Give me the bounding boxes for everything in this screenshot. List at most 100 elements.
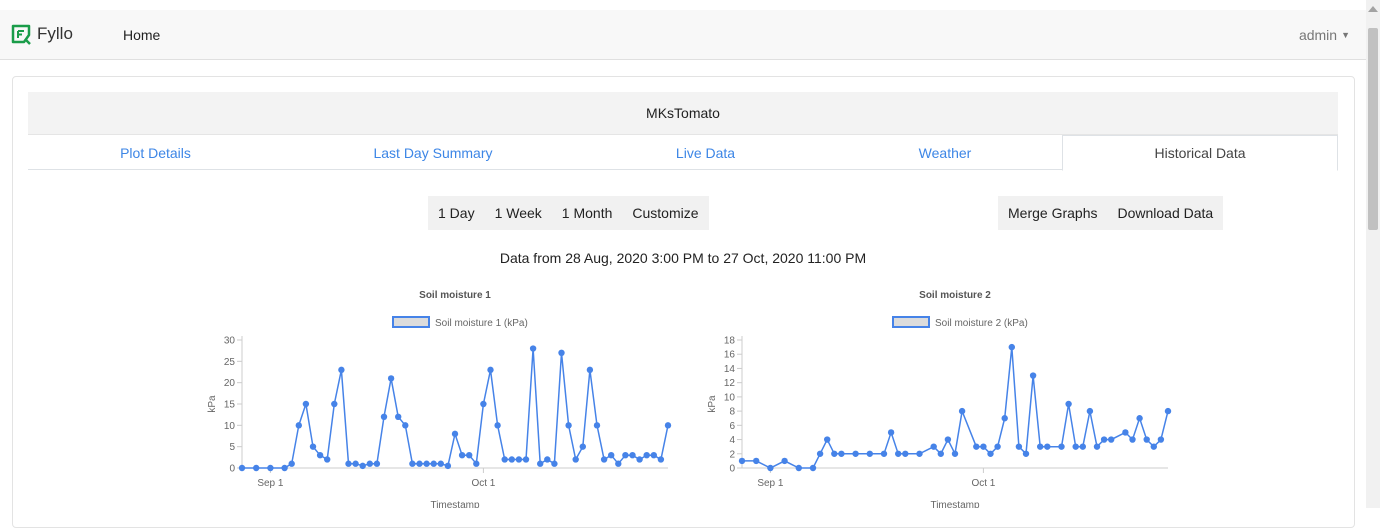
data-point: [629, 452, 636, 459]
y-tick-label: 6: [729, 421, 735, 432]
data-point: [1150, 443, 1157, 450]
data-point: [316, 452, 324, 459]
download-data-button[interactable]: Download Data: [1107, 205, 1223, 221]
data-point: [643, 452, 650, 459]
data-point: [880, 450, 888, 457]
user-menu[interactable]: admin ▼: [1299, 27, 1350, 43]
data-point: [480, 400, 487, 408]
tab-historical-data[interactable]: Historical Data: [1062, 135, 1338, 171]
date-range-text: Data from 28 Aug, 2020 3:00 PM to 27 Oct…: [499, 250, 867, 266]
data-point: [622, 452, 629, 459]
data-point: [529, 345, 537, 352]
data-point: [1065, 400, 1072, 408]
range-1-day-button[interactable]: 1 Day: [428, 205, 485, 221]
data-point: [951, 450, 959, 457]
scroll-thumb[interactable]: [1368, 28, 1378, 230]
data-point: [309, 443, 317, 450]
data-point: [359, 462, 366, 470]
tab-plot-details[interactable]: Plot Details: [28, 135, 283, 170]
data-point: [1072, 443, 1079, 450]
tab-last-day-summary[interactable]: Last Day Summary: [283, 135, 583, 170]
nav-home-link[interactable]: Home: [123, 27, 160, 43]
brand[interactable]: Fyllo: [10, 23, 73, 45]
legend-label: Soil moisture 1 (kPa): [435, 318, 528, 329]
data-point: [409, 460, 416, 467]
data-point: [395, 413, 402, 420]
data-point: [816, 450, 824, 457]
y-tick-label: 14: [724, 364, 736, 375]
data-point: [1143, 436, 1150, 443]
data-point: [657, 456, 665, 463]
series-line: [742, 347, 1169, 469]
legend-swatch: [892, 316, 930, 328]
y-tick-label: 0: [729, 464, 735, 475]
data-point: [558, 349, 565, 356]
range-customize-button[interactable]: Customize: [622, 205, 708, 221]
data-point: [295, 422, 302, 429]
data-point: [387, 375, 395, 382]
data-point: [423, 460, 430, 467]
y-tick-label: 10: [224, 421, 236, 432]
data-point: [579, 443, 586, 450]
data-point: [1015, 443, 1023, 450]
fyllo-logo-icon: [11, 24, 31, 45]
range-1-week-button[interactable]: 1 Week: [485, 205, 552, 221]
range-1-month-button[interactable]: 1 Month: [552, 205, 623, 221]
y-tick-label: 20: [224, 378, 236, 389]
data-point: [522, 456, 530, 463]
data-point: [544, 456, 551, 463]
data-point: [416, 460, 423, 467]
data-point: [501, 456, 508, 463]
data-point: [600, 456, 608, 463]
data-point: [331, 400, 338, 408]
action-button-group: Merge Graphs Download Data: [998, 196, 1224, 230]
y-tick-label: 16: [724, 350, 736, 361]
data-point: [437, 460, 444, 467]
data-point: [267, 464, 274, 472]
x-tick-label: Oct 1: [471, 478, 495, 489]
x-axis-label: Timestamp: [930, 500, 980, 508]
data-point: [958, 407, 966, 415]
page-scrollbar[interactable]: [1366, 0, 1380, 508]
data-point: [586, 366, 594, 374]
data-point: [1008, 343, 1015, 351]
data-point: [515, 456, 523, 463]
y-tick-label: 2: [729, 449, 735, 460]
y-axis-label: kPa: [707, 395, 718, 413]
legend-swatch: [392, 316, 430, 328]
data-point: [565, 422, 572, 429]
data-point: [887, 429, 895, 436]
tab-weather[interactable]: Weather: [828, 135, 1062, 170]
data-point: [1164, 407, 1172, 415]
scroll-up-icon[interactable]: [1368, 6, 1378, 12]
data-point: [572, 456, 579, 463]
plot-tabs: Plot Details Last Day Summary Live Data …: [28, 134, 1338, 171]
y-tick-label: 10: [724, 392, 736, 403]
soil-moisture-2-chart: Soil moisture 2 Soil moisture 2 (kPa) 0 2 4 6…: [707, 290, 1172, 508]
data-point: [987, 450, 994, 457]
merge-graphs-button[interactable]: Merge Graphs: [998, 205, 1107, 221]
tab-live-data[interactable]: Live Data: [583, 135, 828, 170]
data-point: [1157, 436, 1165, 443]
data-point: [1122, 429, 1129, 436]
data-point: [608, 452, 615, 459]
data-point: [593, 422, 601, 429]
y-tick-label: 4: [729, 435, 735, 446]
data-point: [1079, 443, 1086, 450]
data-point: [281, 464, 288, 472]
data-point: [466, 452, 473, 459]
data-point: [1136, 415, 1143, 422]
y-tick-label: 8: [729, 407, 735, 418]
data-point: [1001, 415, 1008, 422]
soil-moisture-1-chart: Soil moisture 1 Soil moisture 1 (kPa) 0 5 10…: [207, 290, 672, 508]
data-point: [937, 450, 944, 457]
data-point: [738, 457, 746, 465]
data-point: [1100, 436, 1108, 443]
data-point: [650, 452, 657, 459]
data-point: [795, 464, 802, 472]
data-point: [324, 456, 331, 463]
y-tick-label: 30: [224, 336, 236, 347]
y-tick-label: 15: [224, 400, 236, 411]
data-point: [636, 456, 643, 463]
data-point: [902, 450, 909, 457]
